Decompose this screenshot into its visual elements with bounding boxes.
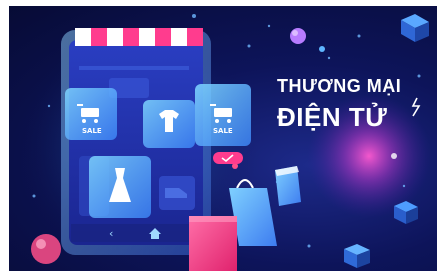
sale-labels: SALE SALE <box>82 127 233 135</box>
title-line-1: THƯƠNG MẠI <box>277 76 402 96</box>
ecommerce-illustration: ‹ SALE SALE THƯƠNG MẠI ĐIỆN TỬ <box>9 6 437 271</box>
sale-label-left: SALE <box>82 127 102 135</box>
sale-label-right: SALE <box>213 127 233 135</box>
title-line-2: ĐIỆN TỬ <box>277 102 388 132</box>
image-frame: ‹ SALE SALE THƯƠNG MẠI ĐIỆN TỬ <box>0 0 444 271</box>
